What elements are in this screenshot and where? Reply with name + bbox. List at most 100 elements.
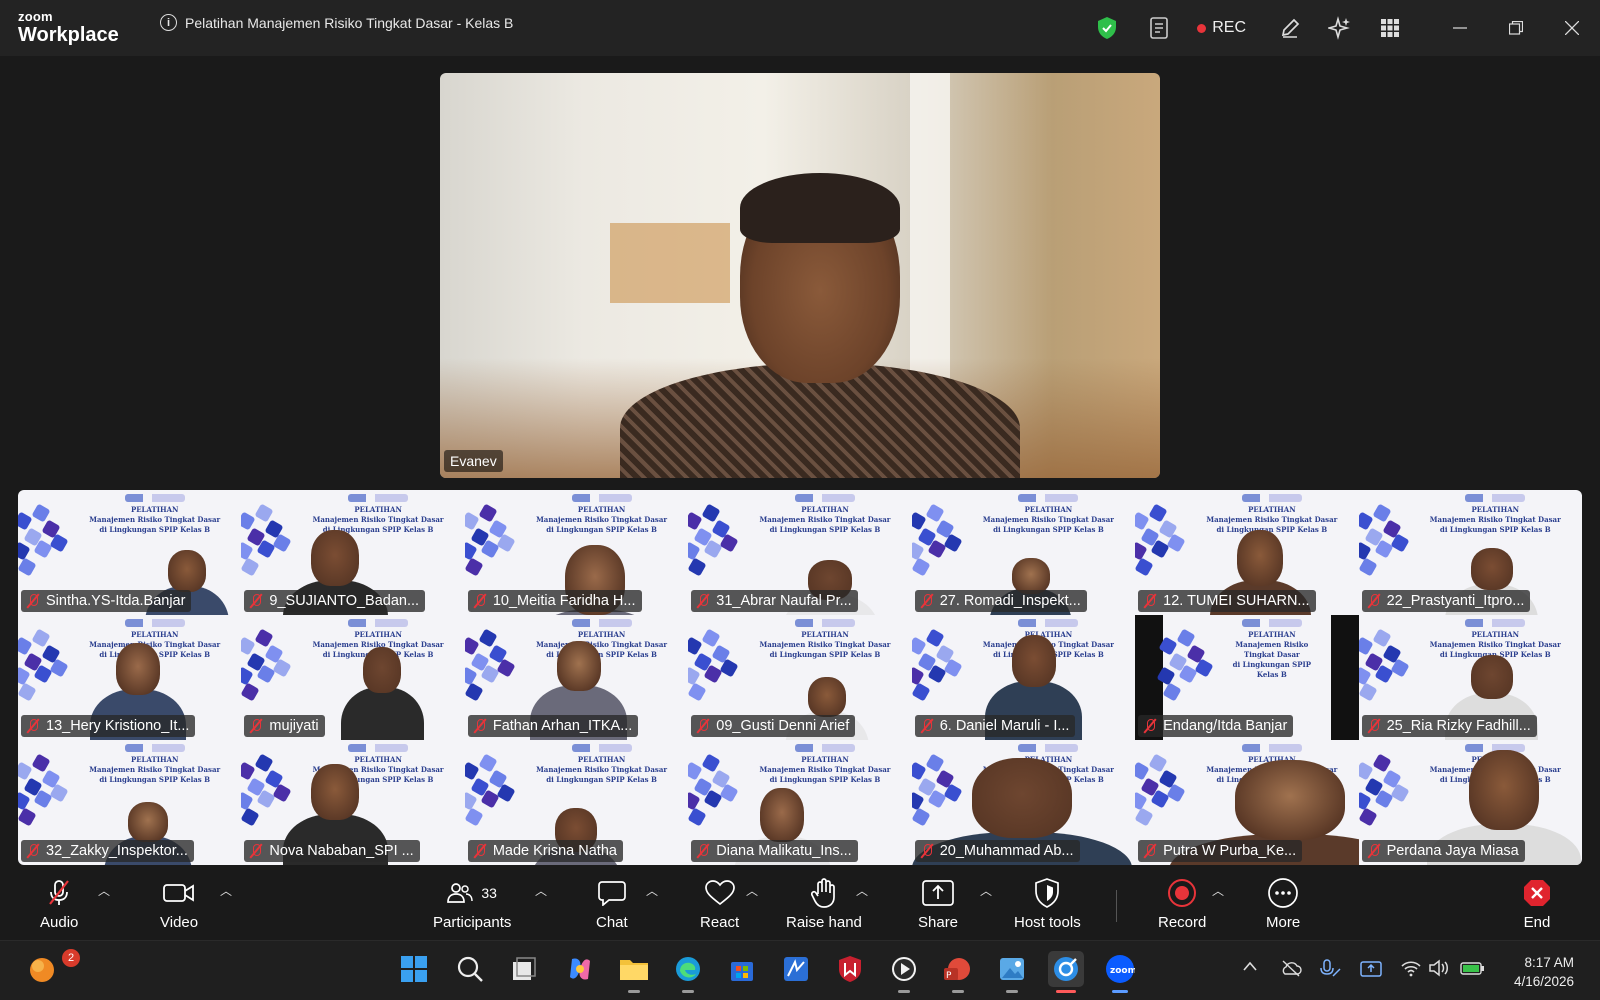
annotate-pencil-icon[interactable] — [1270, 8, 1310, 48]
close-window-button[interactable] — [1544, 0, 1600, 56]
host-tools-button[interactable]: Host tools — [1014, 878, 1081, 931]
encryption-shield-icon[interactable] — [1087, 8, 1127, 48]
banner-line3: di Lingkungan SPIP Kelas B — [546, 650, 657, 659]
search-icon[interactable] — [452, 951, 488, 987]
mcafee-shield-icon[interactable] — [832, 951, 868, 987]
participant-tile[interactable]: PELATIHANManajemen Risiko Tingkat Dasard… — [1358, 615, 1582, 740]
active-speaker-video[interactable]: Evanev — [440, 73, 1160, 478]
banner-line3: di Lingkungan SPIP Kelas B — [546, 525, 657, 534]
banner-line2: Manajemen Risiko Tingkat Dasar — [1429, 515, 1561, 524]
task-view-icon[interactable] — [506, 951, 542, 987]
file-explorer-icon[interactable] — [616, 951, 652, 993]
apps-grid-icon[interactable] — [1370, 8, 1410, 48]
training-banner: PELATIHANManajemen Risiko Tingkat Dasard… — [525, 744, 678, 785]
participant-tile[interactable]: PELATIHANManajemen Risiko Tingkat Dasard… — [911, 740, 1136, 865]
training-banner: PELATIHANManajemen Risiko Tingkat Dasard… — [525, 494, 678, 535]
participant-tile[interactable]: PELATIHANManajemen Risiko Tingkat Dasard… — [241, 490, 465, 615]
raise-hand-button[interactable]: Raise hand — [786, 878, 862, 931]
share-options-caret[interactable]: ︿ — [980, 882, 992, 899]
participant-face — [1011, 635, 1056, 687]
host-shield-icon — [1034, 878, 1060, 908]
participants-button[interactable]: 33 Participants — [433, 878, 511, 931]
share-button[interactable]: Share — [918, 878, 958, 931]
banner-hexagon-pattern — [1358, 628, 1423, 702]
copilot-icon[interactable] — [562, 951, 598, 987]
banner-line2: Manajemen Risiko Tingkat Dasar — [1235, 640, 1309, 659]
mic-muted-icon — [473, 843, 487, 859]
participant-name-tag: 12. TUMEI SUHARN... — [1138, 590, 1316, 612]
participant-tile[interactable]: PELATIHANManajemen Risiko Tingkat Dasard… — [1358, 740, 1582, 865]
participant-tile[interactable]: PELATIHANManajemen Risiko Tingkat Dasard… — [911, 615, 1136, 740]
participant-tile[interactable]: PELATIHANManajemen Risiko Tingkat Dasard… — [911, 490, 1136, 615]
wifi-icon[interactable] — [1400, 959, 1422, 980]
participants-options-caret[interactable]: ︿ — [535, 882, 547, 899]
participant-tile[interactable]: PELATIHANManajemen Risiko Tingkat Dasard… — [18, 490, 242, 615]
participant-tile[interactable]: PELATIHANManajemen Risiko Tingkat Dasard… — [241, 740, 465, 865]
record-options-caret[interactable]: ︿ — [1212, 882, 1224, 899]
app-signature-icon[interactable] — [778, 951, 814, 987]
video-options-caret[interactable]: ︿ — [220, 882, 232, 899]
raise-hand-options-caret[interactable]: ︿ — [856, 882, 868, 899]
participant-tile[interactable]: PELATIHANManajemen Risiko Tingkat Dasard… — [1135, 490, 1359, 615]
react-button[interactable]: React — [700, 878, 739, 931]
pdf-reader-icon[interactable]: P — [940, 951, 976, 993]
participant-tile[interactable]: PELATIHANManajemen Risiko Tingkat Dasard… — [464, 740, 689, 865]
participant-tile[interactable]: PELATIHANManajemen Risiko Tingkat Dasard… — [688, 740, 912, 865]
snipping-tool-icon[interactable] — [1048, 951, 1084, 993]
store-icon[interactable] — [724, 951, 760, 987]
end-meeting-button[interactable]: End — [1522, 878, 1552, 931]
banner-line3: di Lingkungan SPIP Kelas B — [1232, 660, 1312, 679]
svg-text:P: P — [946, 971, 952, 981]
recording-indicator[interactable]: REC — [1197, 19, 1246, 37]
participant-tile[interactable]: PELATIHANManajemen Risiko Tingkat Dasard… — [688, 490, 912, 615]
participant-tile[interactable]: PELATIHANManajemen Risiko Tingkat Dasard… — [688, 615, 912, 740]
onedrive-offline-icon[interactable] — [1280, 959, 1302, 980]
banner-line1: PELATIHAN — [1471, 630, 1520, 639]
share-label: Share — [918, 914, 959, 931]
record-button[interactable]: Record — [1158, 878, 1206, 931]
weather-widget-icon[interactable]: 2 — [24, 949, 80, 987]
participant-name: 6. Daniel Maruli - I... — [939, 718, 1070, 734]
banner-logos — [124, 744, 185, 752]
screen-share-tray-icon[interactable] — [1360, 959, 1382, 980]
meeting-title[interactable]: i Pelatihan Manajemen Risiko Tingkat Das… — [160, 14, 513, 31]
participant-tile[interactable]: PELATIHANManajemen Risiko Tingkat Dasard… — [241, 615, 465, 740]
participant-tile[interactable]: PELATIHANManajemen Risiko Tingkat Dasard… — [1358, 490, 1582, 615]
react-options-caret[interactable]: ︿ — [746, 882, 758, 899]
volume-icon[interactable] — [1428, 959, 1450, 980]
notes-icon[interactable] — [1139, 8, 1179, 48]
microphone-in-use-icon[interactable] — [1318, 959, 1342, 982]
ai-companion-icon[interactable] — [1320, 8, 1360, 48]
zoom-app-icon[interactable]: zoom — [1102, 951, 1138, 993]
participant-name: 10_Meitia Faridha H... — [492, 593, 636, 609]
edge-browser-icon[interactable] — [670, 951, 706, 993]
participant-tile[interactable]: PELATIHANManajemen Risiko Tingkat Dasard… — [464, 615, 689, 740]
taskbar-clock[interactable]: 8:17 AM 4/16/2026 — [1514, 953, 1574, 991]
participant-name: Perdana Jaya Miasa — [1386, 843, 1519, 859]
battery-charging-icon[interactable] — [1460, 959, 1486, 980]
windows-start-icon[interactable] — [396, 951, 432, 987]
chat-options-caret[interactable]: ︿ — [646, 882, 658, 899]
participant-tile[interactable]: PELATIHANManajemen Risiko Tingkat Dasard… — [18, 615, 242, 740]
participant-tile[interactable]: PELATIHANManajemen Risiko Tingkat Dasard… — [18, 740, 242, 865]
minimize-button[interactable] — [1432, 0, 1488, 56]
background-shelf — [610, 223, 730, 303]
audio-button[interactable]: Audio — [40, 878, 78, 931]
show-hidden-icons-chevron-icon[interactable] — [1242, 959, 1258, 975]
audio-options-caret[interactable]: ︿ — [98, 882, 110, 899]
media-player-icon[interactable] — [886, 951, 922, 993]
participant-tile[interactable]: PELATIHANManajemen Risiko Tingkat Dasard… — [1135, 740, 1359, 865]
restore-button[interactable] — [1488, 0, 1544, 56]
participant-name: Made Krisna Natha — [492, 843, 617, 859]
mic-muted-icon — [920, 718, 934, 734]
info-icon[interactable]: i — [160, 14, 177, 31]
more-button[interactable]: More — [1266, 878, 1300, 931]
banner-logos — [1018, 744, 1079, 752]
participant-tile[interactable]: PELATIHANManajemen Risiko Tingkat Dasard… — [464, 490, 689, 615]
video-button[interactable]: Video — [160, 878, 198, 931]
photos-icon[interactable] — [994, 951, 1030, 993]
chat-button[interactable]: Chat — [596, 878, 628, 931]
participant-tile[interactable]: PELATIHANManajemen Risiko Tingkat Dasard… — [1135, 615, 1359, 740]
banner-hexagon-pattern — [464, 753, 529, 827]
banner-hexagon-pattern — [688, 503, 752, 577]
